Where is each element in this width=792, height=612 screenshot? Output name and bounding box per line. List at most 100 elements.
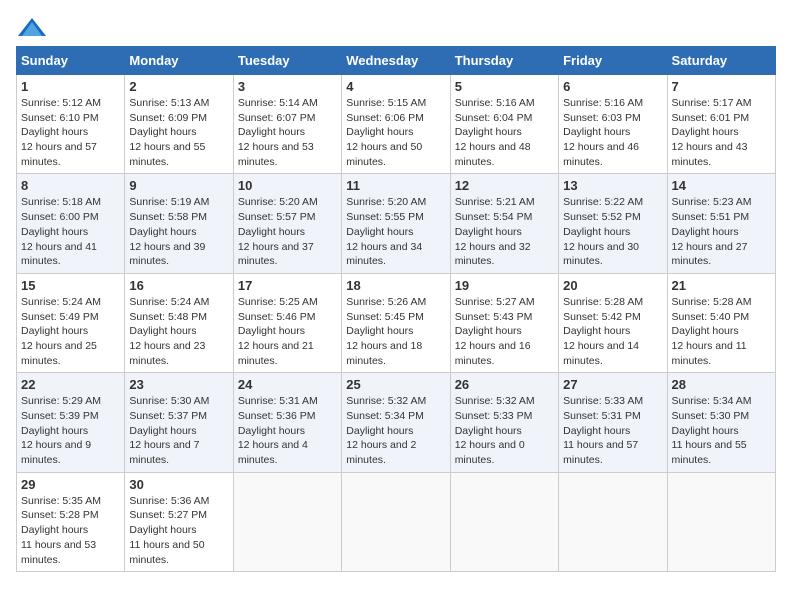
day-info: Sunrise: 5:29 AMSunset: 5:39 PMDaylight … [21, 394, 120, 467]
calendar-cell: 25Sunrise: 5:32 AMSunset: 5:34 PMDayligh… [342, 373, 450, 472]
day-info: Sunrise: 5:14 AMSunset: 6:07 PMDaylight … [238, 96, 337, 169]
day-info: Sunrise: 5:16 AMSunset: 6:03 PMDaylight … [563, 96, 662, 169]
calendar-cell: 8 Sunrise: 5:18 AMSunset: 6:00 PMDaylight… [17, 174, 125, 273]
calendar-cell: 21 Sunrise: 5:28 AMSunset: 5:40 PMDayligh… [667, 273, 775, 372]
day-info: Sunrise: 5:27 AMSunset: 5:43 PMDaylight … [455, 295, 554, 368]
day-info: Sunrise: 5:19 AMSunset: 5:58 PMDaylight … [129, 195, 228, 268]
calendar-cell: 6 Sunrise: 5:16 AMSunset: 6:03 PMDaylight… [559, 75, 667, 174]
day-info: Sunrise: 5:16 AMSunset: 6:04 PMDaylight … [455, 96, 554, 169]
day-number: 24 [238, 377, 337, 392]
day-number: 22 [21, 377, 120, 392]
day-info: Sunrise: 5:28 AMSunset: 5:42 PMDaylight … [563, 295, 662, 368]
calendar-cell [559, 472, 667, 571]
day-info: Sunrise: 5:32 AMSunset: 5:33 PMDaylight … [455, 394, 554, 467]
day-info: Sunrise: 5:22 AMSunset: 5:52 PMDaylight … [563, 195, 662, 268]
calendar-cell: 14Sunrise: 5:23 AMSunset: 5:51 PMDayligh… [667, 174, 775, 273]
day-info: Sunrise: 5:26 AMSunset: 5:45 PMDaylight … [346, 295, 445, 368]
day-info: Sunrise: 5:18 AMSunset: 6:00 PMDaylight … [21, 195, 120, 268]
day-number: 17 [238, 278, 337, 293]
day-number: 20 [563, 278, 662, 293]
calendar-week-row: 29 Sunrise: 5:35 AMSunset: 5:28 PMDayligh… [17, 472, 776, 571]
calendar-cell: 7 Sunrise: 5:17 AMSunset: 6:01 PMDaylight… [667, 75, 775, 174]
calendar-cell: 15 Sunrise: 5:24 AMSunset: 5:49 PMDayligh… [17, 273, 125, 372]
calendar-cell: 17 Sunrise: 5:25 AMSunset: 5:46 PMDayligh… [233, 273, 341, 372]
day-number: 10 [238, 178, 337, 193]
calendar-cell: 13Sunrise: 5:22 AMSunset: 5:52 PMDayligh… [559, 174, 667, 273]
calendar-header-sunday: Sunday [17, 47, 125, 75]
day-number: 19 [455, 278, 554, 293]
day-number: 27 [563, 377, 662, 392]
calendar-header-tuesday: Tuesday [233, 47, 341, 75]
calendar-cell: 2 Sunrise: 5:13 AMSunset: 6:09 PMDaylight… [125, 75, 233, 174]
day-number: 28 [672, 377, 771, 392]
day-number: 2 [129, 79, 228, 94]
calendar-cell: 18 Sunrise: 5:26 AMSunset: 5:45 PMDayligh… [342, 273, 450, 372]
calendar-week-row: 22 Sunrise: 5:29 AMSunset: 5:39 PMDayligh… [17, 373, 776, 472]
calendar-table: SundayMondayTuesdayWednesdayThursdayFrid… [16, 46, 776, 572]
day-number: 7 [672, 79, 771, 94]
day-number: 6 [563, 79, 662, 94]
day-info: Sunrise: 5:32 AMSunset: 5:34 PMDaylight … [346, 394, 445, 467]
calendar-cell [342, 472, 450, 571]
calendar-week-row: 15 Sunrise: 5:24 AMSunset: 5:49 PMDayligh… [17, 273, 776, 372]
day-number: 12 [455, 178, 554, 193]
day-info: Sunrise: 5:34 AMSunset: 5:30 PMDaylight … [672, 394, 771, 467]
day-info: Sunrise: 5:17 AMSunset: 6:01 PMDaylight … [672, 96, 771, 169]
calendar-header-row: SundayMondayTuesdayWednesdayThursdayFrid… [17, 47, 776, 75]
day-info: Sunrise: 5:36 AMSunset: 5:27 PMDaylight … [129, 494, 228, 567]
calendar-week-row: 1Sunrise: 5:12 AMSunset: 6:10 PMDaylight… [17, 75, 776, 174]
calendar-cell [667, 472, 775, 571]
calendar-cell: 16Sunrise: 5:24 AMSunset: 5:48 PMDayligh… [125, 273, 233, 372]
day-number: 3 [238, 79, 337, 94]
calendar-cell: 10 Sunrise: 5:20 AMSunset: 5:57 PMDayligh… [233, 174, 341, 273]
day-info: Sunrise: 5:20 AMSunset: 5:57 PMDaylight … [238, 195, 337, 268]
calendar-cell: 9Sunrise: 5:19 AMSunset: 5:58 PMDaylight… [125, 174, 233, 273]
calendar-cell: 22 Sunrise: 5:29 AMSunset: 5:39 PMDayligh… [17, 373, 125, 472]
day-info: Sunrise: 5:24 AMSunset: 5:49 PMDaylight … [21, 295, 120, 368]
calendar-cell: 3 Sunrise: 5:14 AMSunset: 6:07 PMDaylight… [233, 75, 341, 174]
day-number: 21 [672, 278, 771, 293]
day-info: Sunrise: 5:24 AMSunset: 5:48 PMDaylight … [129, 295, 228, 368]
calendar-cell: 28 Sunrise: 5:34 AMSunset: 5:30 PMDayligh… [667, 373, 775, 472]
calendar-header-saturday: Saturday [667, 47, 775, 75]
calendar-header-monday: Monday [125, 47, 233, 75]
calendar-cell: 23 Sunrise: 5:30 AMSunset: 5:37 PMDayligh… [125, 373, 233, 472]
logo [16, 16, 46, 38]
day-info: Sunrise: 5:35 AMSunset: 5:28 PMDaylight … [21, 494, 120, 567]
calendar-cell: 30 Sunrise: 5:36 AMSunset: 5:27 PMDayligh… [125, 472, 233, 571]
day-number: 26 [455, 377, 554, 392]
calendar-cell [233, 472, 341, 571]
day-number: 4 [346, 79, 445, 94]
day-number: 23 [129, 377, 228, 392]
calendar-cell: 19 Sunrise: 5:27 AMSunset: 5:43 PMDayligh… [450, 273, 558, 372]
calendar-cell: 5 Sunrise: 5:16 AMSunset: 6:04 PMDaylight… [450, 75, 558, 174]
day-number: 1 [21, 79, 120, 94]
calendar-cell: 12Sunrise: 5:21 AMSunset: 5:54 PMDayligh… [450, 174, 558, 273]
calendar-cell: 1Sunrise: 5:12 AMSunset: 6:10 PMDaylight… [17, 75, 125, 174]
calendar-header-wednesday: Wednesday [342, 47, 450, 75]
day-number: 5 [455, 79, 554, 94]
day-number: 14 [672, 178, 771, 193]
day-info: Sunrise: 5:20 AMSunset: 5:55 PMDaylight … [346, 195, 445, 268]
calendar-cell [450, 472, 558, 571]
day-number: 8 [21, 178, 120, 193]
calendar-cell: 29 Sunrise: 5:35 AMSunset: 5:28 PMDayligh… [17, 472, 125, 571]
day-info: Sunrise: 5:28 AMSunset: 5:40 PMDaylight … [672, 295, 771, 368]
calendar-cell: 27 Sunrise: 5:33 AMSunset: 5:31 PMDayligh… [559, 373, 667, 472]
day-info: Sunrise: 5:30 AMSunset: 5:37 PMDaylight … [129, 394, 228, 467]
day-info: Sunrise: 5:25 AMSunset: 5:46 PMDaylight … [238, 295, 337, 368]
day-info: Sunrise: 5:31 AMSunset: 5:36 PMDaylight … [238, 394, 337, 467]
calendar-cell: 24 Sunrise: 5:31 AMSunset: 5:36 PMDayligh… [233, 373, 341, 472]
day-info: Sunrise: 5:33 AMSunset: 5:31 PMDaylight … [563, 394, 662, 467]
day-info: Sunrise: 5:15 AMSunset: 6:06 PMDaylight … [346, 96, 445, 169]
calendar-cell: 20 Sunrise: 5:28 AMSunset: 5:42 PMDayligh… [559, 273, 667, 372]
day-number: 15 [21, 278, 120, 293]
calendar-header-friday: Friday [559, 47, 667, 75]
day-info: Sunrise: 5:13 AMSunset: 6:09 PMDaylight … [129, 96, 228, 169]
day-number: 11 [346, 178, 445, 193]
day-number: 30 [129, 477, 228, 492]
page-header [16, 16, 776, 38]
day-number: 18 [346, 278, 445, 293]
calendar-header-thursday: Thursday [450, 47, 558, 75]
day-number: 29 [21, 477, 120, 492]
